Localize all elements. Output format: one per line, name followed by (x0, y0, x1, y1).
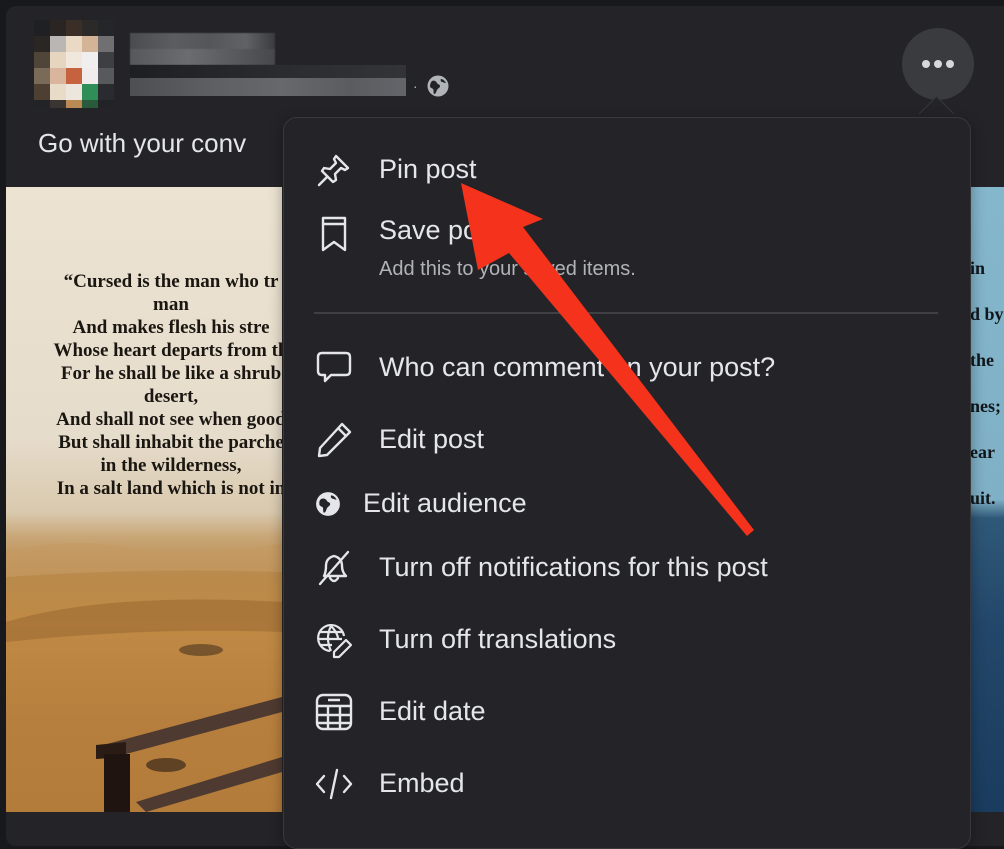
poem-line: in the wilderness, (100, 455, 242, 476)
avatar-pixel (98, 52, 114, 68)
avatar-pixel (66, 36, 82, 52)
poem-line: man (153, 294, 189, 315)
avatar-pixel (66, 20, 82, 36)
poem-fragment: nes; (970, 396, 1001, 416)
poem-fragment: ear (970, 442, 995, 462)
poem-text: “Cursed is the man who tr man And makes fl… (6, 270, 282, 500)
menu-divider (314, 312, 938, 314)
poem-line: desert, (143, 386, 199, 407)
menu-item-label: Who can comment on your post? (379, 352, 776, 382)
avatar-pixel (66, 52, 82, 68)
menu-item-label: Edit date (379, 696, 486, 726)
avatar-pixel (82, 36, 98, 52)
avatar-pixel (34, 100, 50, 108)
pencil-icon (314, 420, 354, 460)
menu-item-edit-date[interactable]: Edit date (284, 690, 970, 734)
poem-fragment: in (970, 258, 986, 278)
avatar-pixel (34, 52, 50, 68)
dot-icon (922, 60, 930, 68)
menu-item-label: Pin post (379, 154, 477, 184)
avatar-pixel (66, 84, 82, 100)
avatar-pixel (34, 84, 50, 100)
poem-line: Whose heart departs from th (53, 340, 282, 361)
post-timestamp-redacted[interactable] (130, 78, 406, 96)
menu-item-sublabel: Add this to your saved items. (379, 258, 636, 280)
author-name-redacted[interactable] (130, 33, 275, 65)
menu-item-edit-post[interactable]: Edit post (284, 418, 970, 462)
menu-item-turn-off-translations[interactable]: Turn off translations (284, 618, 970, 662)
poem-line: And shall not see when good (56, 409, 282, 430)
avatar-pixel (66, 100, 82, 108)
dot-icon (934, 60, 942, 68)
menu-item-label: Save post (379, 215, 500, 245)
poem-line: And makes flesh his stre (72, 317, 270, 338)
avatar-pixel (82, 68, 98, 84)
avatar-pixel (98, 36, 114, 52)
avatar-pixel (98, 100, 114, 108)
avatar-pixel (82, 20, 98, 36)
menu-item-turn-off-notifications[interactable]: Turn off notifications for this post (284, 546, 970, 590)
avatar-pixel (34, 36, 50, 52)
post-photo-right[interactable]: in d by the nes; ear uit. (968, 187, 1004, 812)
desert-scene (6, 543, 282, 812)
avatar-pixel (82, 52, 98, 68)
menu-item-edit-audience[interactable]: Edit audience (284, 482, 970, 526)
avatar-pixel (98, 84, 114, 100)
avatar-pixel (50, 20, 66, 36)
avatar-pixel (50, 36, 66, 52)
bookmark-icon (314, 214, 354, 254)
poem-fragment: the (970, 350, 994, 370)
comment-bubble-icon (314, 348, 354, 388)
menu-item-embed[interactable]: Embed (284, 762, 970, 806)
avatar-pixel (34, 68, 50, 84)
post-options-menu: Pin post Save post Add this to your save… (283, 117, 971, 849)
avatar-pixel (34, 20, 50, 36)
dot-icon (946, 60, 954, 68)
post-text: Go with your conv (38, 128, 247, 158)
globe-icon (308, 484, 348, 524)
poem-text-right: in d by the nes; ear uit. (970, 245, 1004, 521)
avatar-pixel (50, 68, 66, 84)
menu-item-label: Turn off notifications for this post (379, 552, 768, 582)
author-avatar[interactable] (34, 20, 114, 108)
globe-pencil-icon (314, 620, 354, 660)
avatar-pixel (50, 100, 66, 108)
meta-separator: · (413, 78, 418, 94)
poem-fragment: d by (970, 304, 1004, 324)
avatar-pixel (66, 68, 82, 84)
avatar-pixel (82, 84, 98, 100)
menu-item-label: Edit post (379, 424, 485, 454)
menu-item-label: Turn off translations (379, 624, 617, 654)
avatar-pixel (50, 84, 66, 100)
avatar-pixel (50, 52, 66, 68)
post-photo-left[interactable]: “Cursed is the man who tr man And makes fl… (6, 187, 282, 812)
avatar-pixel (98, 68, 114, 84)
bell-off-icon (314, 548, 354, 588)
poem-line: But shall inhabit the parche (58, 432, 282, 453)
pin-icon (314, 150, 354, 190)
menu-item-pin-post[interactable]: Pin post (284, 148, 970, 192)
menu-item-save-post[interactable]: Save post Add this to your saved items. (284, 210, 970, 290)
author-meta-shadow (130, 65, 406, 78)
privacy-globe-icon[interactable] (426, 74, 450, 98)
more-options-button[interactable] (902, 28, 974, 100)
menu-item-who-can-comment[interactable]: Who can comment on your post? (284, 346, 970, 390)
code-icon (314, 764, 354, 804)
avatar-pixel (82, 100, 98, 108)
avatar-pixel (98, 20, 114, 36)
poem-fragment: uit. (970, 488, 996, 508)
calendar-icon (314, 692, 354, 732)
poem-line: “Cursed is the man who tr (63, 271, 279, 292)
poem-line: In a salt land which is not in (56, 478, 282, 499)
poem-line: For he shall be like a shrub (60, 363, 282, 384)
menu-item-label: Embed (379, 768, 465, 798)
menu-item-label: Edit audience (363, 488, 527, 518)
